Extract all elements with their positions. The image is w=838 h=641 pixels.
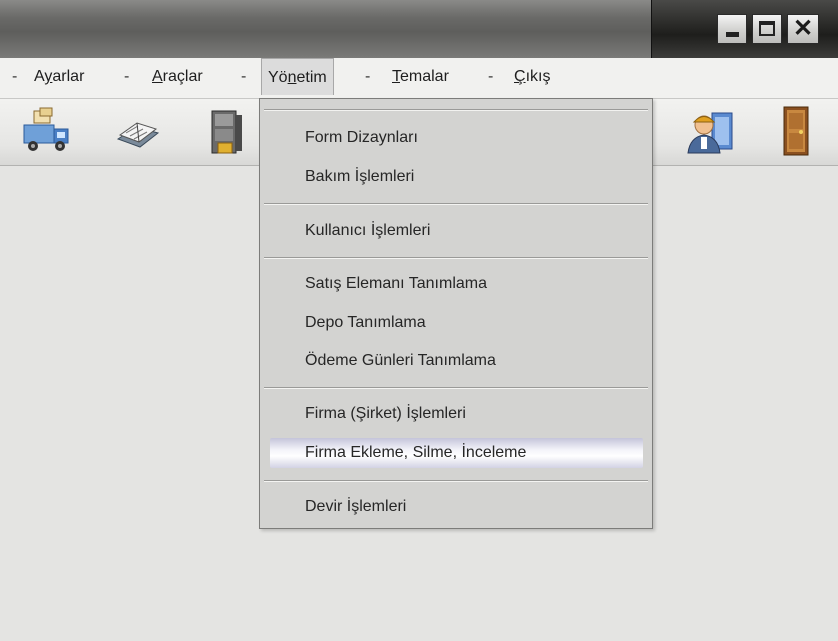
- menu-cikis[interactable]: Çıkış: [514, 58, 550, 95]
- menuitem-satis-elemani-tanimlama[interactable]: Satış Elemanı Tanımlama: [260, 269, 652, 299]
- menuitem-firma-sirket-islemleri[interactable]: Firma (Şirket) İşlemleri: [260, 399, 652, 429]
- menu-araclar-accel: A: [152, 68, 163, 85]
- menu-ayarlar[interactable]: Ayarlar: [34, 58, 84, 95]
- menu-yonetim-rest: etim: [296, 69, 327, 86]
- yonetim-dropdown-menu: Form Dizaynları Bakım İşlemleri Kullanıc…: [259, 98, 653, 529]
- delivery-truck-icon[interactable]: [20, 105, 72, 159]
- menuitem-kullanici-islemleri[interactable]: Kullanıcı İşlemleri: [260, 216, 652, 246]
- menu-yonetim[interactable]: Yönetim: [261, 58, 334, 95]
- maximize-button[interactable]: [752, 14, 782, 44]
- menu-cikis-accel: Ç: [514, 68, 526, 85]
- book-icon[interactable]: [112, 105, 164, 159]
- menu-divider: [264, 203, 648, 205]
- menuitem-devir-islemleri[interactable]: Devir İşlemleri: [260, 492, 652, 522]
- minimize-icon: [726, 32, 739, 37]
- menu-separator: -: [124, 68, 130, 85]
- title-bar[interactable]: ✕: [0, 0, 838, 58]
- menu-separator: -: [12, 68, 18, 85]
- menu-separator: -: [488, 68, 494, 85]
- menu-ayarlar-prefix: A: [34, 68, 45, 85]
- menu-araclar-rest: raçlar: [162, 68, 203, 85]
- menu-bar: - Ayarlar - Araçlar - Yönetim - Temalar …: [0, 58, 838, 99]
- menu-separator: -: [241, 68, 247, 85]
- cabinet-icon[interactable]: [200, 105, 252, 159]
- minimize-button[interactable]: [717, 14, 747, 44]
- exit-door-icon[interactable]: [770, 105, 822, 159]
- menuitem-bakim-islemleri[interactable]: Bakım İşlemleri: [260, 162, 652, 192]
- menuitem-odeme-gunleri-tanimlama[interactable]: Ödeme Günleri Tanımlama: [260, 346, 652, 376]
- menu-araclar[interactable]: Araçlar: [152, 58, 203, 95]
- menuitem-firma-ekleme-silme-inceleme[interactable]: Firma Ekleme, Silme, İnceleme: [270, 438, 643, 468]
- dropdown-top-line: [264, 109, 648, 111]
- menu-cikis-rest: ıkış: [525, 68, 551, 85]
- menuitem-form-dizaynlari[interactable]: Form Dizaynları: [260, 123, 652, 153]
- menu-divider: [264, 387, 648, 389]
- menu-ayarlar-rest: arlar: [52, 68, 85, 85]
- close-button[interactable]: ✕: [787, 14, 819, 44]
- worker-icon[interactable]: [684, 105, 736, 159]
- menu-divider: [264, 257, 648, 259]
- menu-divider: [264, 480, 648, 482]
- maximize-icon: [759, 21, 775, 36]
- menu-temalar[interactable]: Temalar: [392, 58, 449, 95]
- menu-separator: -: [365, 68, 371, 85]
- menu-yonetim-prefix: Yö: [268, 69, 288, 86]
- close-icon: ✕: [792, 15, 814, 42]
- menu-temalar-accel: T: [392, 68, 400, 85]
- menu-temalar-rest: emalar: [400, 68, 449, 85]
- menuitem-depo-tanimlama[interactable]: Depo Tanımlama: [260, 308, 652, 338]
